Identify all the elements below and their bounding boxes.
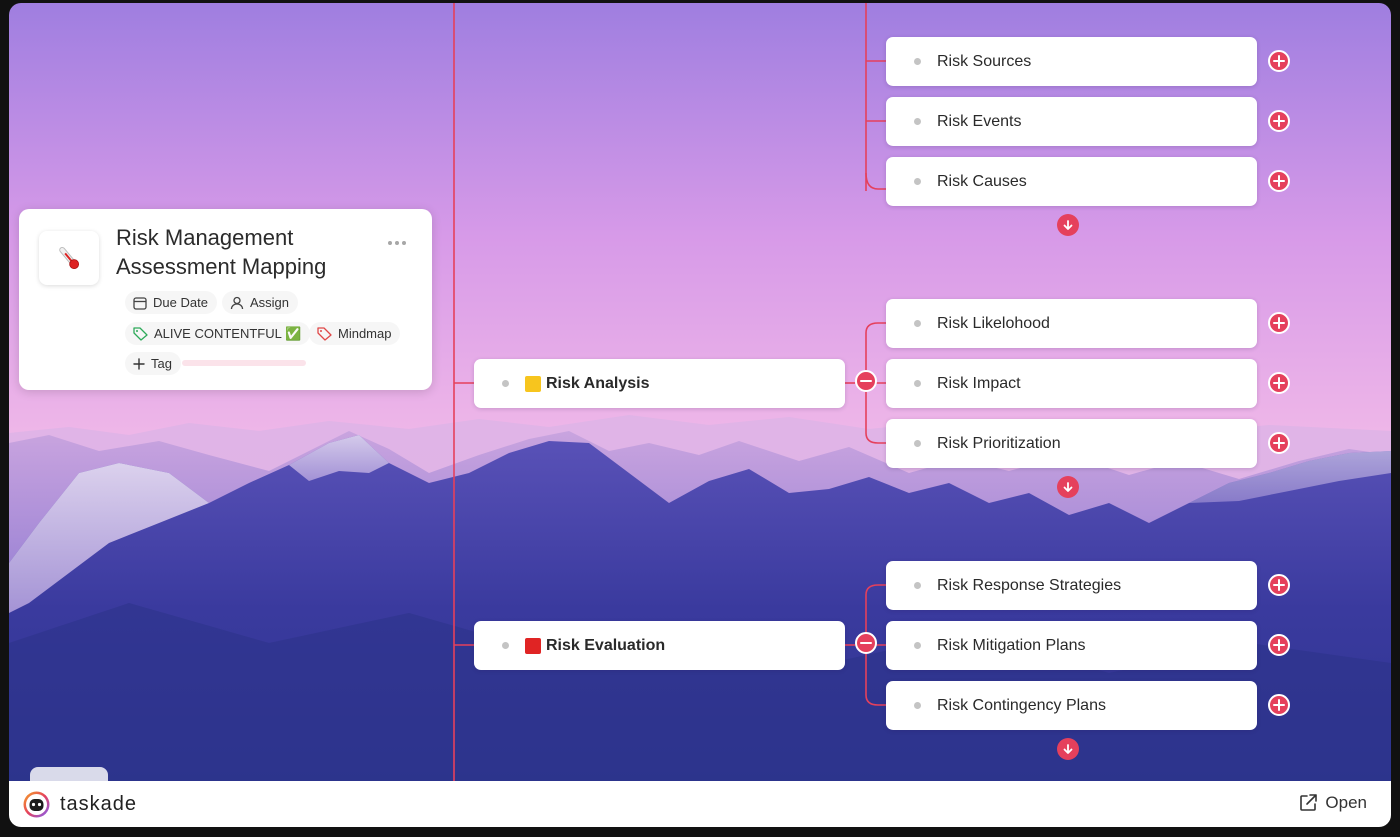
- arrow-down-icon: [1063, 220, 1073, 230]
- external-link-icon: [1300, 794, 1318, 811]
- mindmap-node-risk-analysis[interactable]: Risk Analysis: [474, 359, 845, 408]
- user-icon: [230, 296, 244, 309]
- show-more-button[interactable]: [1057, 738, 1079, 760]
- assign-button[interactable]: Assign: [222, 291, 299, 314]
- calendar-icon: [133, 296, 147, 310]
- node-label: Risk Sources: [937, 52, 1032, 70]
- add-child-button[interactable]: [1268, 312, 1290, 334]
- add-child-button[interactable]: [1268, 50, 1290, 72]
- mindmap-node[interactable]: Risk Likelohood: [886, 299, 1257, 348]
- tag-chip[interactable]: Mindmap: [309, 322, 401, 345]
- mindmap-node[interactable]: Risk Prioritization: [886, 419, 1257, 468]
- add-child-button[interactable]: [1268, 372, 1290, 394]
- due-date-button[interactable]: Due Date: [125, 291, 217, 314]
- node-label: Risk Analysis: [546, 374, 650, 392]
- plus-icon: [1273, 639, 1285, 651]
- mindmap-node-risk-evaluation[interactable]: Risk Evaluation: [474, 621, 845, 670]
- add-child-button[interactable]: [1268, 694, 1290, 716]
- minus-icon: [860, 642, 872, 644]
- show-more-button[interactable]: [1057, 476, 1079, 498]
- minus-icon: [860, 380, 872, 382]
- mindmap-node[interactable]: Risk Sources: [886, 37, 1257, 86]
- bullet-dot: [914, 440, 921, 447]
- embed-footer: taskade Open: [9, 781, 1391, 827]
- yellow-square-icon: [525, 375, 541, 392]
- ellipsis-icon: [388, 241, 406, 245]
- node-label: Risk Contingency Plans: [937, 696, 1106, 714]
- add-child-button[interactable]: [1268, 634, 1290, 656]
- bullet-dot: [914, 320, 921, 327]
- open-button[interactable]: Open: [1298, 793, 1367, 813]
- plus-icon: [1273, 55, 1285, 67]
- mindmap-node[interactable]: Risk Causes: [886, 157, 1257, 206]
- bullet-dot: [914, 702, 921, 709]
- collapse-button[interactable]: [855, 370, 877, 392]
- project-icon-box: [39, 231, 99, 285]
- bullet-dot: [914, 642, 921, 649]
- red-square-icon: [525, 637, 541, 654]
- bullet-dot: [502, 642, 509, 649]
- tag-chip[interactable]: ALIVE CONTENTFUL ✅: [125, 322, 311, 345]
- node-label: Risk Response Strategies: [937, 576, 1122, 594]
- plus-icon: [1273, 579, 1285, 591]
- add-child-button[interactable]: [1268, 574, 1290, 596]
- plus-icon: [1273, 699, 1285, 711]
- bullet-dot: [914, 178, 921, 185]
- mindmap-node[interactable]: Risk Response Strategies: [886, 561, 1257, 610]
- taskade-logo-icon: [23, 791, 50, 817]
- plus-icon: [1273, 175, 1285, 187]
- bullet-dot: [914, 118, 921, 125]
- bullet-dot: [914, 380, 921, 387]
- taskade-embed-frame: Risk Sources Risk Events Risk Causes Ris…: [9, 3, 1391, 827]
- node-label: Risk Impact: [937, 374, 1021, 392]
- node-label: Risk Causes: [937, 172, 1027, 190]
- node-label: Risk Likelohood: [937, 314, 1050, 332]
- mindmap-node[interactable]: Risk Events: [886, 97, 1257, 146]
- add-child-button[interactable]: [1268, 432, 1290, 454]
- due-date-label: Due Date: [153, 295, 208, 310]
- tag-label: ALIVE CONTENTFUL ✅: [154, 325, 302, 341]
- plus-icon: [1273, 115, 1285, 127]
- tag-icon: [317, 326, 332, 341]
- open-label: Open: [1325, 793, 1367, 812]
- plus-icon: [133, 357, 145, 370]
- node-label: Risk Prioritization: [937, 434, 1061, 452]
- node-label: Risk Mitigation Plans: [937, 636, 1086, 654]
- progress-bar: [182, 360, 306, 366]
- mindmap-node[interactable]: Risk Contingency Plans: [886, 681, 1257, 730]
- node-label: Risk Evaluation: [546, 636, 666, 654]
- thermometer-icon: [59, 246, 80, 270]
- bullet-dot: [914, 58, 921, 65]
- plus-icon: [1273, 377, 1285, 389]
- mindmap-node[interactable]: Risk Impact: [886, 359, 1257, 408]
- taskade-brand[interactable]: taskade: [22, 790, 137, 819]
- add-tag-button[interactable]: Tag: [125, 352, 181, 375]
- project-card[interactable]: Risk Management Assessment Mapping Due D…: [19, 209, 432, 390]
- add-child-button[interactable]: [1268, 170, 1290, 192]
- project-title: Risk Management Assessment Mapping: [116, 225, 327, 279]
- bullet-dot: [502, 380, 509, 387]
- brand-name: taskade: [60, 792, 138, 815]
- collapse-button[interactable]: [855, 632, 877, 654]
- bullet-dot: [914, 582, 921, 589]
- add-child-button[interactable]: [1268, 110, 1290, 132]
- plus-icon: [1273, 317, 1285, 329]
- add-tag-label: Tag: [151, 356, 172, 371]
- more-options-button[interactable]: [387, 233, 407, 251]
- arrow-down-icon: [1063, 744, 1073, 754]
- assign-label: Assign: [250, 295, 290, 310]
- mindmap-node[interactable]: Risk Mitigation Plans: [886, 621, 1257, 670]
- tag-label: Mindmap: [338, 326, 392, 341]
- show-more-button[interactable]: [1057, 214, 1079, 236]
- plus-icon: [1273, 437, 1285, 449]
- tag-icon: [133, 326, 148, 341]
- node-label: Risk Events: [937, 112, 1022, 130]
- arrow-down-icon: [1063, 482, 1073, 492]
